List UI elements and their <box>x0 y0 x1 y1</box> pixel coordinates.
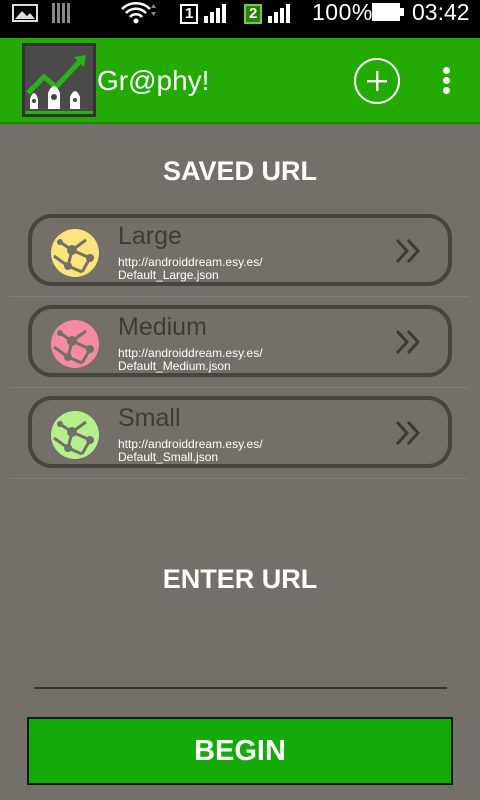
app-logo <box>22 43 96 117</box>
saved-url-address: http://androiddream.esy.es/ Default_Smal… <box>118 438 358 464</box>
saved-url-address: http://androiddream.esy.es/ Default_Larg… <box>118 256 358 282</box>
sim2-label: 2 <box>249 5 258 22</box>
divider <box>10 296 468 297</box>
globe-icon <box>51 320 99 368</box>
saved-url-item-small[interactable]: Small http://androiddream.esy.es/ Defaul… <box>28 396 452 468</box>
double-chevron-right-icon <box>395 238 421 264</box>
sim1-signal-icon: 1 <box>180 2 236 26</box>
divider <box>10 478 468 479</box>
image-icon <box>12 4 38 22</box>
saved-url-name: Medium <box>118 313 207 341</box>
saved-url-name: Large <box>118 222 182 250</box>
app-title: Gr@phy! <box>97 65 210 96</box>
divider <box>10 387 468 388</box>
overflow-dot-icon <box>443 77 450 84</box>
url-input-underline <box>34 687 447 689</box>
saved-url-line2: Default_Large.json <box>118 268 219 282</box>
enter-url-heading: ENTER URL <box>162 564 318 594</box>
saved-url-name: Small <box>118 404 181 432</box>
overflow-menu-button[interactable] <box>436 65 458 97</box>
saved-url-line2: Default_Small.json <box>118 450 219 464</box>
saved-url-line2: Default_Medium.json <box>118 359 231 373</box>
overflow-dot-icon <box>443 87 450 94</box>
double-chevron-right-icon <box>395 329 421 355</box>
add-button[interactable] <box>354 58 400 104</box>
battery-icon <box>372 3 404 21</box>
sim2-signal-icon: 2 <box>244 2 300 26</box>
sim1-label: 1 <box>185 5 194 22</box>
battery-percent: 100% <box>312 0 373 25</box>
overflow-dot-icon <box>443 67 450 74</box>
plus-icon <box>367 71 387 91</box>
globe-icon <box>51 411 99 459</box>
wifi-icon <box>121 2 156 24</box>
app-bar: Gr@phy! <box>0 38 480 124</box>
clock: 03:42 <box>412 0 470 25</box>
saved-url-address: http://androiddream.esy.es/ Default_Medi… <box>118 347 358 373</box>
saved-url-item-large[interactable]: Large http://androiddream.esy.es/ Defaul… <box>28 214 452 286</box>
signal-bars-icon <box>52 3 70 23</box>
begin-button[interactable]: BEGIN <box>27 717 453 785</box>
saved-url-item-medium[interactable]: Medium http://androiddream.esy.es/ Defau… <box>28 305 452 377</box>
status-bar: 1 2 100% 03:42 <box>0 0 480 38</box>
double-chevron-right-icon <box>395 420 421 446</box>
globe-icon <box>51 229 99 277</box>
url-input[interactable] <box>34 640 447 686</box>
saved-url-heading: SAVED URL <box>162 156 317 186</box>
